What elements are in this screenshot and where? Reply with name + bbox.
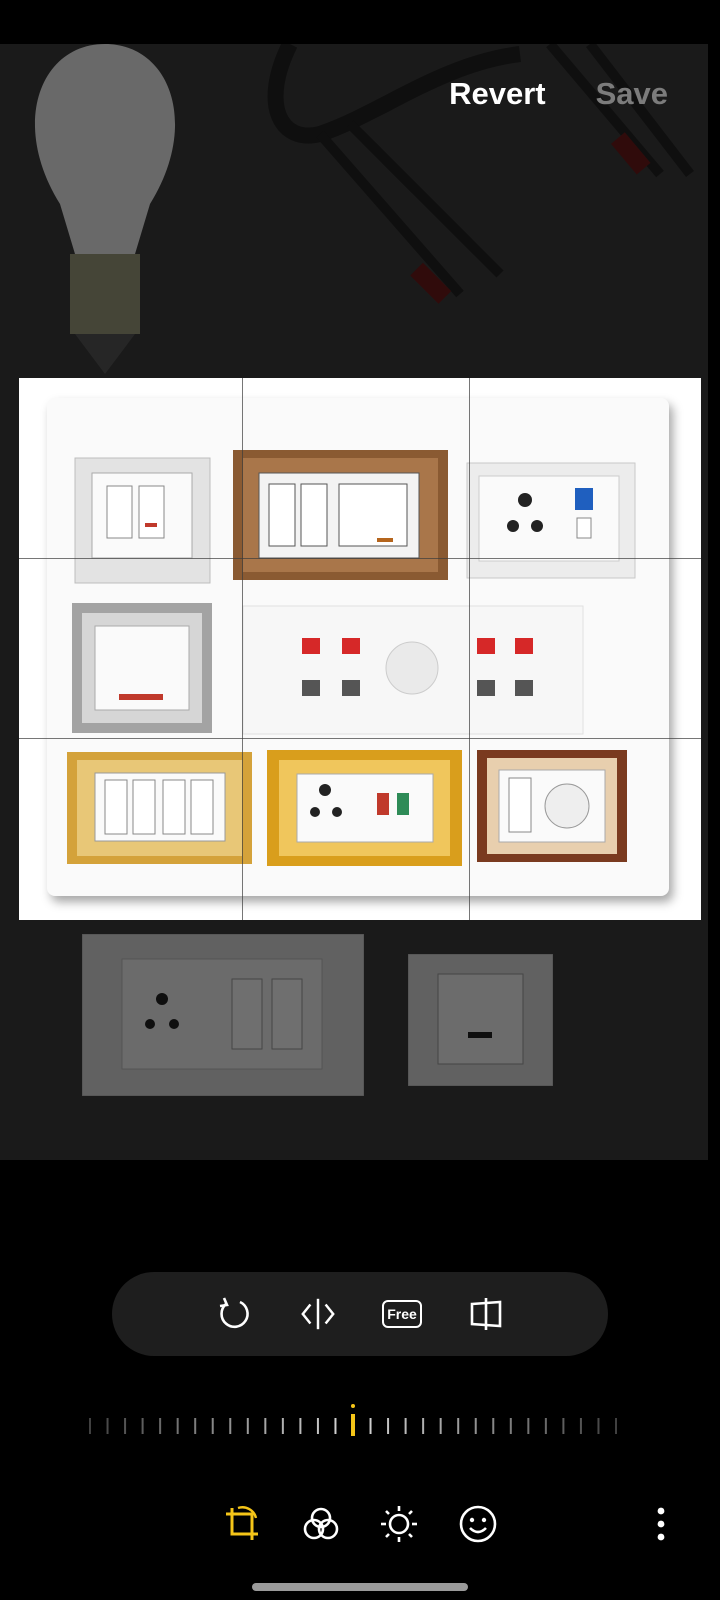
slider-thumb[interactable]: [351, 1414, 355, 1436]
straighten-slider[interactable]: [88, 1400, 618, 1450]
brightness-tab[interactable]: [378, 1503, 420, 1545]
crop-frame[interactable]: [19, 378, 701, 920]
crop-handle-top-right[interactable]: [672, 378, 701, 407]
more-options-icon: [657, 1507, 665, 1541]
flip-button[interactable]: [299, 1295, 337, 1333]
save-button[interactable]: Save: [596, 76, 668, 112]
cropped-image: [47, 398, 669, 896]
transform-toolbar: Free: [112, 1272, 608, 1356]
editor-tab-bar: [0, 1495, 720, 1555]
rotate-icon: [219, 1297, 249, 1329]
more-options-button[interactable]: [640, 1503, 682, 1545]
aspect-ratio-label: Free: [387, 1306, 417, 1322]
crop-grid-line: [19, 558, 701, 559]
aspect-ratio-free-icon: Free: [382, 1300, 422, 1328]
stickers-tab[interactable]: [457, 1503, 499, 1545]
crop-handle-bottom-right[interactable]: [672, 891, 701, 920]
perspective-icon: [470, 1298, 502, 1330]
filters-icon: [303, 1507, 339, 1540]
filters-tab[interactable]: [300, 1503, 342, 1545]
crop-rotate-icon: [226, 1506, 258, 1540]
perspective-button[interactable]: [467, 1295, 505, 1333]
slider-indicator-dot: [351, 1404, 355, 1408]
home-indicator[interactable]: [252, 1583, 468, 1591]
crop-handle-bottom-left[interactable]: [19, 891, 48, 920]
revert-button[interactable]: Revert: [449, 76, 546, 112]
crop-grid-line: [19, 738, 701, 739]
crop-grid-line: [469, 378, 470, 920]
switches-collage-image: [67, 450, 636, 866]
crop-grid-line: [242, 378, 243, 920]
aspect-ratio-button[interactable]: Free: [382, 1295, 422, 1333]
header-actions: Revert Save: [449, 76, 668, 112]
flip-icon: [301, 1298, 335, 1330]
transform-tab[interactable]: [221, 1503, 263, 1545]
rotate-button[interactable]: [215, 1295, 253, 1333]
sticker-emoji-icon: [459, 1505, 497, 1543]
crop-handle-top-left[interactable]: [19, 378, 48, 407]
brightness-icon: [381, 1506, 417, 1542]
